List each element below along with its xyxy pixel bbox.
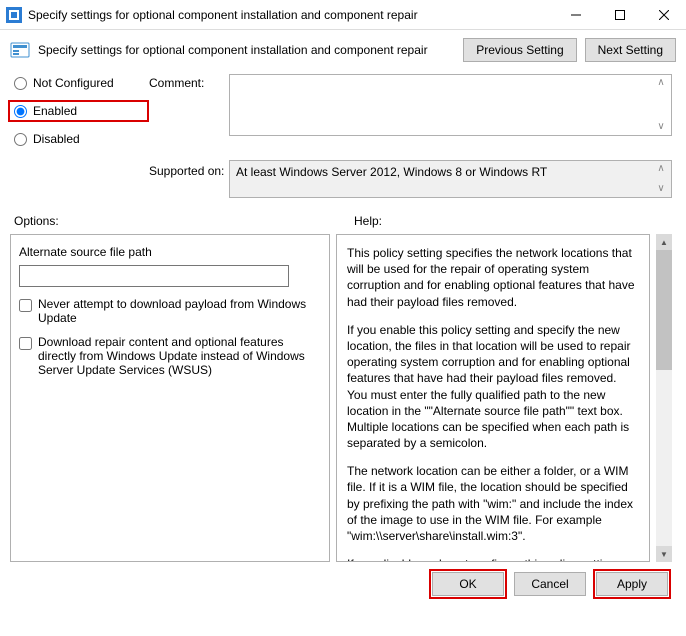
enabled-label: Enabled xyxy=(33,104,77,118)
help-paragraph: If you disable or do not configure this … xyxy=(347,556,639,562)
close-button[interactable] xyxy=(642,0,686,30)
app-icon xyxy=(6,7,22,23)
never-download-checkbox[interactable] xyxy=(19,299,32,312)
never-download-label: Never attempt to download payload from W… xyxy=(38,297,321,325)
options-label: Options: xyxy=(14,214,334,228)
help-paragraph: If you enable this policy setting and sp… xyxy=(347,322,639,452)
header-title: Specify settings for optional component … xyxy=(38,43,463,57)
comment-textarea[interactable]: ∧∨ xyxy=(229,74,672,136)
minimize-button[interactable] xyxy=(554,0,598,30)
scrollbar[interactable]: ∧∨ xyxy=(653,77,669,133)
previous-setting-button[interactable]: Previous Setting xyxy=(463,38,576,62)
download-repair-label: Download repair content and optional fea… xyxy=(38,335,321,377)
maximize-button[interactable] xyxy=(598,0,642,30)
help-label: Help: xyxy=(354,214,382,228)
disabled-radio[interactable] xyxy=(14,133,27,146)
alt-path-label: Alternate source file path xyxy=(19,245,321,259)
help-paragraph: The network location can be either a fol… xyxy=(347,463,639,544)
options-pane: Alternate source file path Never attempt… xyxy=(10,234,330,562)
help-paragraph: This policy setting specifies the networ… xyxy=(347,245,639,310)
scrollbar[interactable]: ∧∨ xyxy=(653,163,669,195)
alt-path-input[interactable] xyxy=(19,265,289,287)
supported-label: Supported on: xyxy=(149,160,229,178)
download-repair-checkbox[interactable] xyxy=(19,337,32,350)
window-title: Specify settings for optional component … xyxy=(28,8,554,22)
help-scrollbar[interactable]: ▲ ▼ xyxy=(656,234,672,562)
comment-label: Comment: xyxy=(149,74,229,90)
apply-button[interactable]: Apply xyxy=(596,572,668,596)
ok-button[interactable]: OK xyxy=(432,572,504,596)
not-configured-radio[interactable] xyxy=(14,77,27,90)
titlebar: Specify settings for optional component … xyxy=(0,0,686,30)
next-setting-button[interactable]: Next Setting xyxy=(585,38,676,62)
not-configured-label: Not Configured xyxy=(33,76,114,90)
enabled-radio[interactable] xyxy=(14,105,27,118)
supported-field: At least Windows Server 2012, Windows 8 … xyxy=(229,160,672,198)
disabled-label: Disabled xyxy=(33,132,80,146)
policy-icon xyxy=(10,40,30,60)
help-pane: This policy setting specifies the networ… xyxy=(336,234,650,562)
cancel-button[interactable]: Cancel xyxy=(514,572,586,596)
